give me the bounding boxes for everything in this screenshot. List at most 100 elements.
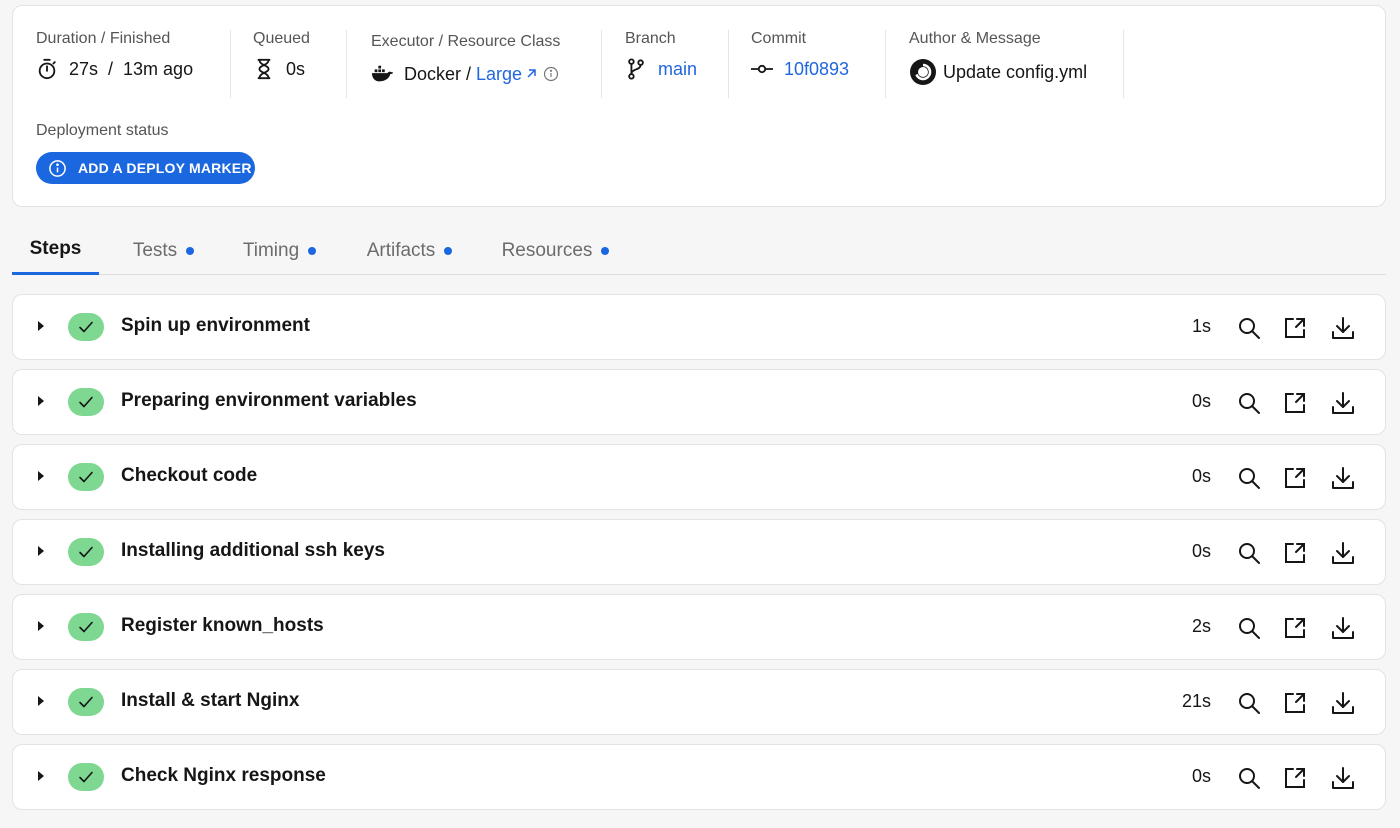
step-title[interactable]: Register known_hosts (121, 615, 324, 637)
deployment-status-label: Deployment status (36, 122, 169, 139)
expand-caret-icon[interactable] (38, 321, 44, 331)
external-link-icon (525, 68, 537, 80)
step-row[interactable]: Install & start Nginx 21s (12, 669, 1386, 735)
commit-label: Commit (751, 30, 807, 47)
executor-section: Executor / Resource Class Docker / Large (371, 30, 602, 98)
expand-caret-icon[interactable] (38, 471, 44, 481)
author-label: Author & Message (909, 30, 1041, 47)
tab-resources[interactable]: Resources (499, 226, 612, 275)
check-icon (78, 395, 94, 409)
tab-artifacts[interactable]: Artifacts (361, 226, 458, 275)
duration-section: Duration / Finished 27s / 13m ago (36, 30, 231, 98)
check-icon (78, 545, 94, 559)
open-external-icon[interactable] (1281, 539, 1309, 567)
step-duration: 2s (1191, 616, 1211, 636)
expand-caret-icon[interactable] (38, 621, 44, 631)
open-external-icon[interactable] (1281, 764, 1309, 792)
step-title[interactable]: Check Nginx response (121, 765, 326, 787)
step-duration: 1s (1191, 316, 1211, 336)
search-icon[interactable] (1235, 539, 1263, 567)
download-icon[interactable] (1329, 464, 1357, 492)
step-row[interactable]: Preparing environment variables 0s (12, 369, 1386, 435)
search-icon[interactable] (1235, 389, 1263, 417)
step-row[interactable]: Installing additional ssh keys 0s (12, 519, 1386, 585)
success-status-badge (68, 613, 104, 641)
expand-caret-icon[interactable] (38, 771, 44, 781)
tab-timing[interactable]: Timing (238, 226, 321, 275)
step-title[interactable]: Install & start Nginx (121, 690, 299, 712)
step-duration: 21s (1181, 691, 1211, 711)
git-commit-icon (751, 58, 773, 80)
open-external-icon[interactable] (1281, 614, 1309, 642)
step-duration: 0s (1191, 391, 1211, 411)
success-status-badge (68, 313, 104, 341)
hourglass-icon (253, 58, 275, 80)
download-icon[interactable] (1329, 764, 1357, 792)
duration-label: Duration / Finished (36, 30, 171, 47)
step-row[interactable]: Register known_hosts 2s (12, 594, 1386, 660)
circleci-logo-icon (909, 58, 937, 86)
download-icon[interactable] (1329, 389, 1357, 417)
step-title[interactable]: Preparing environment variables (121, 390, 417, 412)
tab-steps[interactable]: Steps (12, 226, 99, 275)
git-branch-icon (625, 58, 647, 80)
search-icon[interactable] (1235, 614, 1263, 642)
branch-section: Branch main (625, 30, 729, 98)
step-title[interactable]: Installing additional ssh keys (121, 540, 385, 562)
success-status-badge (68, 538, 104, 566)
expand-caret-icon[interactable] (38, 396, 44, 406)
docker-icon (371, 63, 393, 85)
indicator-dot (186, 246, 195, 255)
deploy-marker-label: ADD A DEPLOY MARKER (78, 160, 252, 176)
download-icon[interactable] (1329, 314, 1357, 342)
search-icon[interactable] (1235, 464, 1263, 492)
expand-caret-icon[interactable] (38, 696, 44, 706)
stopwatch-icon (36, 58, 58, 80)
success-status-badge (68, 388, 104, 416)
expand-caret-icon[interactable] (38, 546, 44, 556)
search-icon[interactable] (1235, 689, 1263, 717)
success-status-badge (68, 763, 104, 791)
step-title[interactable]: Checkout code (121, 465, 257, 487)
job-tabs: Steps Tests Timing Artifacts Resources (12, 226, 1386, 275)
open-external-icon[interactable] (1281, 314, 1309, 342)
info-icon (48, 159, 67, 178)
branch-link[interactable]: main (658, 59, 697, 80)
open-external-icon[interactable] (1281, 464, 1309, 492)
indicator-dot (444, 246, 453, 255)
resource-class-link[interactable]: Large (476, 64, 522, 85)
tab-tests[interactable]: Tests (127, 226, 200, 275)
step-row[interactable]: Check Nginx response 0s (12, 744, 1386, 810)
step-row[interactable]: Checkout code 0s (12, 444, 1386, 510)
search-icon[interactable] (1235, 314, 1263, 342)
pipeline-summary-card: Duration / Finished 27s / 13m ago Queued… (12, 5, 1386, 207)
queued-label: Queued (253, 30, 310, 47)
check-icon (78, 470, 94, 484)
step-duration: 0s (1191, 541, 1211, 561)
success-status-badge (68, 463, 104, 491)
info-icon[interactable] (543, 66, 559, 82)
check-icon (78, 320, 94, 334)
indicator-dot (308, 246, 317, 255)
search-icon[interactable] (1235, 764, 1263, 792)
duration-value: 27s / 13m ago (69, 58, 194, 79)
branch-label: Branch (625, 30, 676, 47)
commit-link[interactable]: 10f0893 (784, 59, 849, 80)
step-title[interactable]: Spin up environment (121, 315, 310, 337)
download-icon[interactable] (1329, 614, 1357, 642)
commit-section: Commit 10f0893 (751, 30, 886, 98)
check-icon (78, 620, 94, 634)
check-icon (78, 770, 94, 784)
open-external-icon[interactable] (1281, 389, 1309, 417)
step-duration: 0s (1191, 766, 1211, 786)
download-icon[interactable] (1329, 689, 1357, 717)
success-status-badge (68, 688, 104, 716)
step-duration: 0s (1191, 466, 1211, 486)
check-icon (78, 695, 94, 709)
add-deploy-marker-button[interactable]: ADD A DEPLOY MARKER (36, 152, 255, 184)
open-external-icon[interactable] (1281, 689, 1309, 717)
download-icon[interactable] (1329, 539, 1357, 567)
commit-message: Update config.yml (943, 61, 1088, 82)
step-row[interactable]: Spin up environment 1s (12, 294, 1386, 360)
queued-value: 0s (286, 58, 306, 79)
